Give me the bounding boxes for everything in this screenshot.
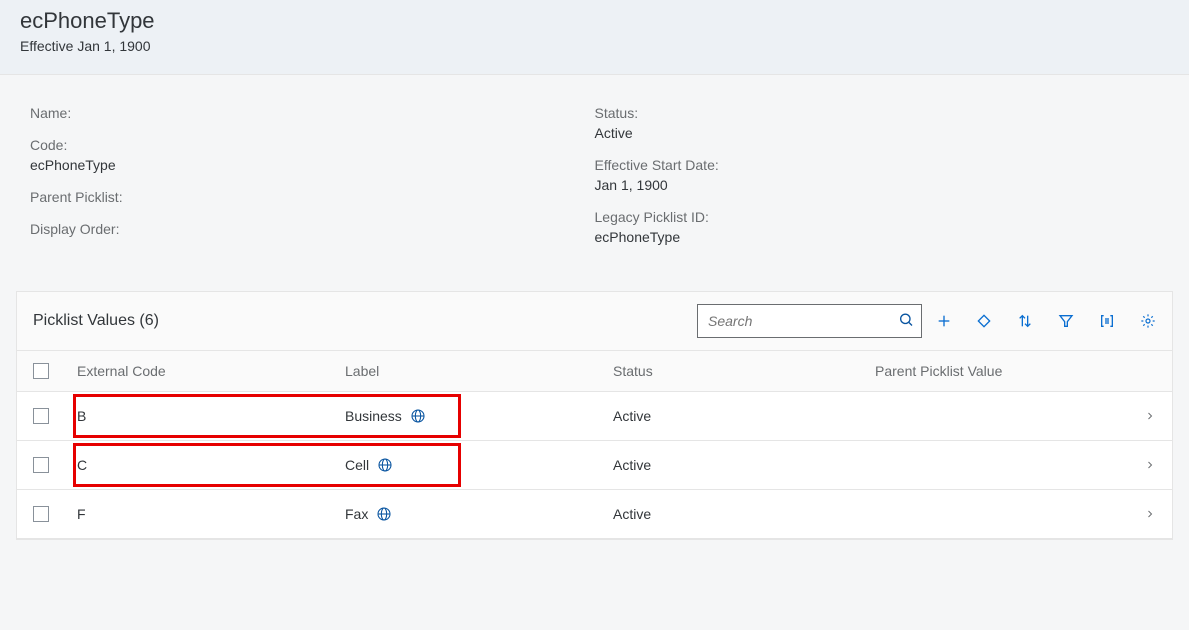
cell-label-text: Business [345,408,402,424]
cell-label: Cell [345,457,613,473]
effective-date-value: Jan 1, 1900 [595,177,1160,193]
table-header: External Code Label Status Parent Pickli… [17,351,1172,392]
add-button[interactable] [936,313,952,329]
select-all-checkbox[interactable] [33,363,49,379]
parent-picklist-label: Parent Picklist: [30,189,595,205]
col-label: Label [345,363,613,379]
cell-external-code: F [77,506,345,522]
page-title: ecPhoneType [20,8,1169,34]
effective-date-label: Effective Start Date: [595,157,1160,173]
diamond-button[interactable] [976,313,992,329]
row-checkbox[interactable] [33,506,49,522]
section-header: Picklist Values (6) [17,292,1172,351]
globe-icon[interactable] [377,457,393,473]
globe-icon[interactable] [410,408,426,424]
search-wrap [697,304,922,338]
display-order-label: Display Order: [30,221,595,237]
picklist-values-section: Picklist Values (6) [16,291,1173,540]
table-row[interactable]: BBusiness Active [17,392,1172,441]
cell-label: Fax [345,506,613,522]
cell-status: Active [613,408,875,424]
globe-icon[interactable] [376,506,392,522]
details-section: Name: Code: ecPhoneType Parent Picklist:… [0,75,1189,291]
section-title: Picklist Values (6) [33,312,697,330]
status-value: Active [595,125,1160,141]
page-subtitle: Effective Jan 1, 1900 [20,38,1169,54]
col-status: Status [613,363,875,379]
col-parent: Parent Picklist Value [875,363,1126,379]
status-label: Status: [595,105,1160,121]
filter-button[interactable] [1058,313,1074,329]
chevron-right-icon[interactable] [1126,459,1156,471]
cell-label-text: Cell [345,457,369,473]
search-input[interactable] [697,304,922,338]
cell-label-text: Fax [345,506,368,522]
col-external-code: External Code [77,363,345,379]
code-label: Code: [30,137,595,153]
toolbar [936,313,1156,329]
details-button[interactable] [1098,313,1116,329]
page-header: ecPhoneType Effective Jan 1, 1900 [0,0,1189,75]
legacy-id-value: ecPhoneType [595,229,1160,245]
table-row[interactable]: CCell Active [17,441,1172,490]
sort-button[interactable] [1016,313,1034,329]
chevron-right-icon[interactable] [1126,508,1156,520]
code-value: ecPhoneType [30,157,595,173]
cell-status: Active [613,506,875,522]
cell-status: Active [613,457,875,473]
row-checkbox[interactable] [33,457,49,473]
name-label: Name: [30,105,595,121]
legacy-id-label: Legacy Picklist ID: [595,209,1160,225]
table-body: BBusiness Active CCell Active FFax Active [17,392,1172,539]
row-checkbox[interactable] [33,408,49,424]
table-row[interactable]: FFax Active [17,490,1172,539]
chevron-right-icon[interactable] [1126,410,1156,422]
cell-external-code: C [77,457,345,473]
cell-external-code: B [77,408,345,424]
cell-label: Business [345,408,613,424]
settings-button[interactable] [1140,313,1156,329]
search-icon[interactable] [898,312,914,331]
